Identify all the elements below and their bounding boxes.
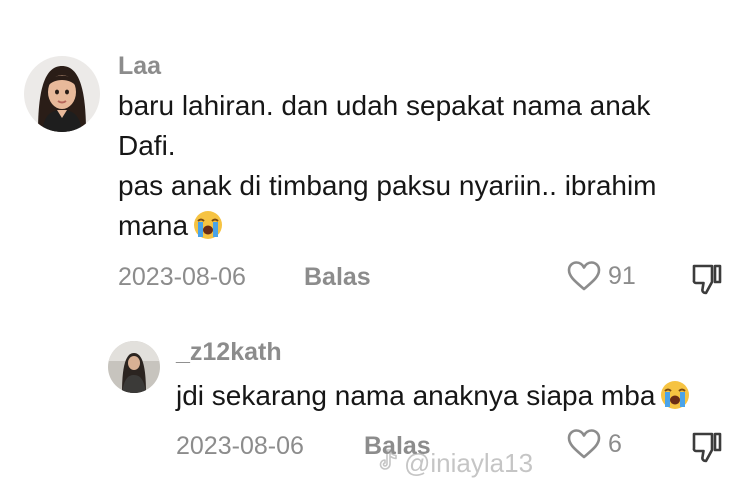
tiktok-logo-icon (378, 448, 400, 479)
comment-line: mana (118, 210, 189, 241)
comment-line: pas anak di timbang paksu nyariin.. ibra… (118, 170, 657, 201)
reply-button[interactable]: Balas (304, 263, 371, 292)
comment-thread: Laa baru lahiran. dan udah sepakat nama … (0, 0, 750, 497)
like-count: 6 (608, 429, 622, 458)
like-count: 91 (608, 261, 636, 290)
like-button[interactable]: 6 (566, 428, 622, 460)
loudly-crying-face-icon (192, 209, 224, 241)
avatar[interactable] (24, 56, 100, 132)
dislike-button[interactable] (690, 262, 724, 296)
username[interactable]: Laa (118, 52, 161, 81)
watermark: @iniayla13 (378, 448, 533, 479)
reply-text: jdi sekarang nama anaknya siapa mba (176, 376, 691, 416)
thumbs-down-icon (690, 430, 724, 464)
avatar-image (24, 56, 100, 132)
heart-icon (566, 260, 602, 292)
avatar-image (108, 341, 160, 393)
comment-line: baru lahiran. dan udah sepakat nama anak (118, 90, 651, 121)
comment-line-last: mana (118, 206, 657, 246)
reply-text-content: jdi sekarang nama anaknya siapa mba (176, 380, 656, 411)
thumbs-down-icon (690, 262, 724, 296)
loudly-crying-face-icon (659, 379, 691, 411)
comment-date: 2023-08-06 (118, 263, 246, 291)
like-button[interactable]: 91 (566, 260, 636, 292)
username[interactable]: _z12kath (176, 338, 282, 367)
reply-date: 2023-08-06 (176, 432, 304, 460)
avatar[interactable] (108, 341, 160, 393)
comment-line: Dafi. (118, 130, 176, 161)
comment-text: baru lahiran. dan udah sepakat nama anak… (118, 86, 657, 246)
heart-icon (566, 428, 602, 460)
watermark-text: @iniayla13 (404, 448, 534, 478)
dislike-button[interactable] (690, 430, 724, 464)
